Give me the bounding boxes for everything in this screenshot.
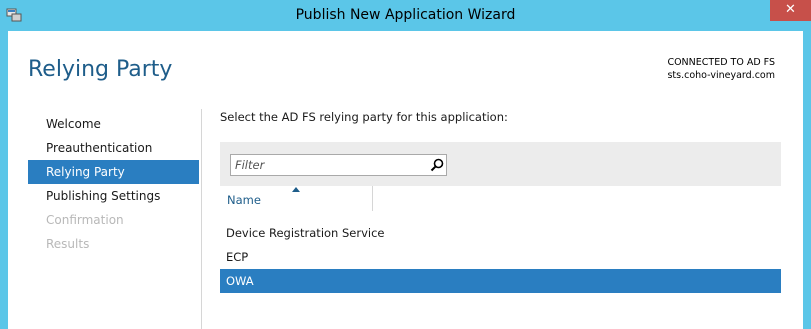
nav-step-preauthentication[interactable]: Preauthentication (28, 136, 199, 160)
wizard-steps-nav: Welcome Preauthentication Relying Party … (28, 112, 199, 256)
nav-step-relying-party[interactable]: Relying Party (28, 160, 199, 184)
connection-info: CONNECTED TO AD FS sts.coho-vineyard.com (667, 56, 775, 82)
wizard-content: Relying Party CONNECTED TO AD FS sts.coh… (8, 31, 803, 329)
relying-party-list: Name Device Registration Service ECP OWA (220, 142, 781, 329)
list-item-device-registration-service[interactable]: Device Registration Service (220, 221, 781, 245)
column-header-label: Name (227, 193, 261, 207)
connection-server: sts.coho-vineyard.com (667, 70, 775, 81)
column-header-name[interactable]: Name (220, 186, 373, 211)
page-title: Relying Party (28, 57, 173, 82)
nav-step-confirmation: Confirmation (46, 213, 124, 227)
list-item-ecp[interactable]: ECP (220, 245, 781, 269)
instruction-text: Select the AD FS relying party for this … (220, 110, 508, 124)
close-button[interactable]: ✕ (770, 0, 811, 21)
filter-area (220, 142, 781, 186)
nav-step-publishing-settings[interactable]: Publishing Settings (28, 184, 199, 208)
title-bar: Publish New Application Wizard ✕ (0, 0, 811, 31)
connection-status: CONNECTED TO AD FS (667, 57, 775, 68)
list-rows: Device Registration Service ECP OWA (220, 221, 781, 293)
window-frame-right (803, 31, 811, 329)
window-title: Publish New Application Wizard (295, 7, 516, 23)
filter-box[interactable] (230, 154, 447, 176)
window-frame-left (0, 31, 8, 329)
list-item-owa[interactable]: OWA (220, 269, 781, 293)
search-icon[interactable] (430, 158, 444, 172)
nav-step-results: Results (46, 237, 90, 251)
sort-ascending-icon (292, 187, 300, 192)
nav-step-welcome[interactable]: Welcome (28, 112, 199, 136)
nav-divider (201, 109, 202, 329)
filter-input[interactable] (233, 156, 427, 174)
